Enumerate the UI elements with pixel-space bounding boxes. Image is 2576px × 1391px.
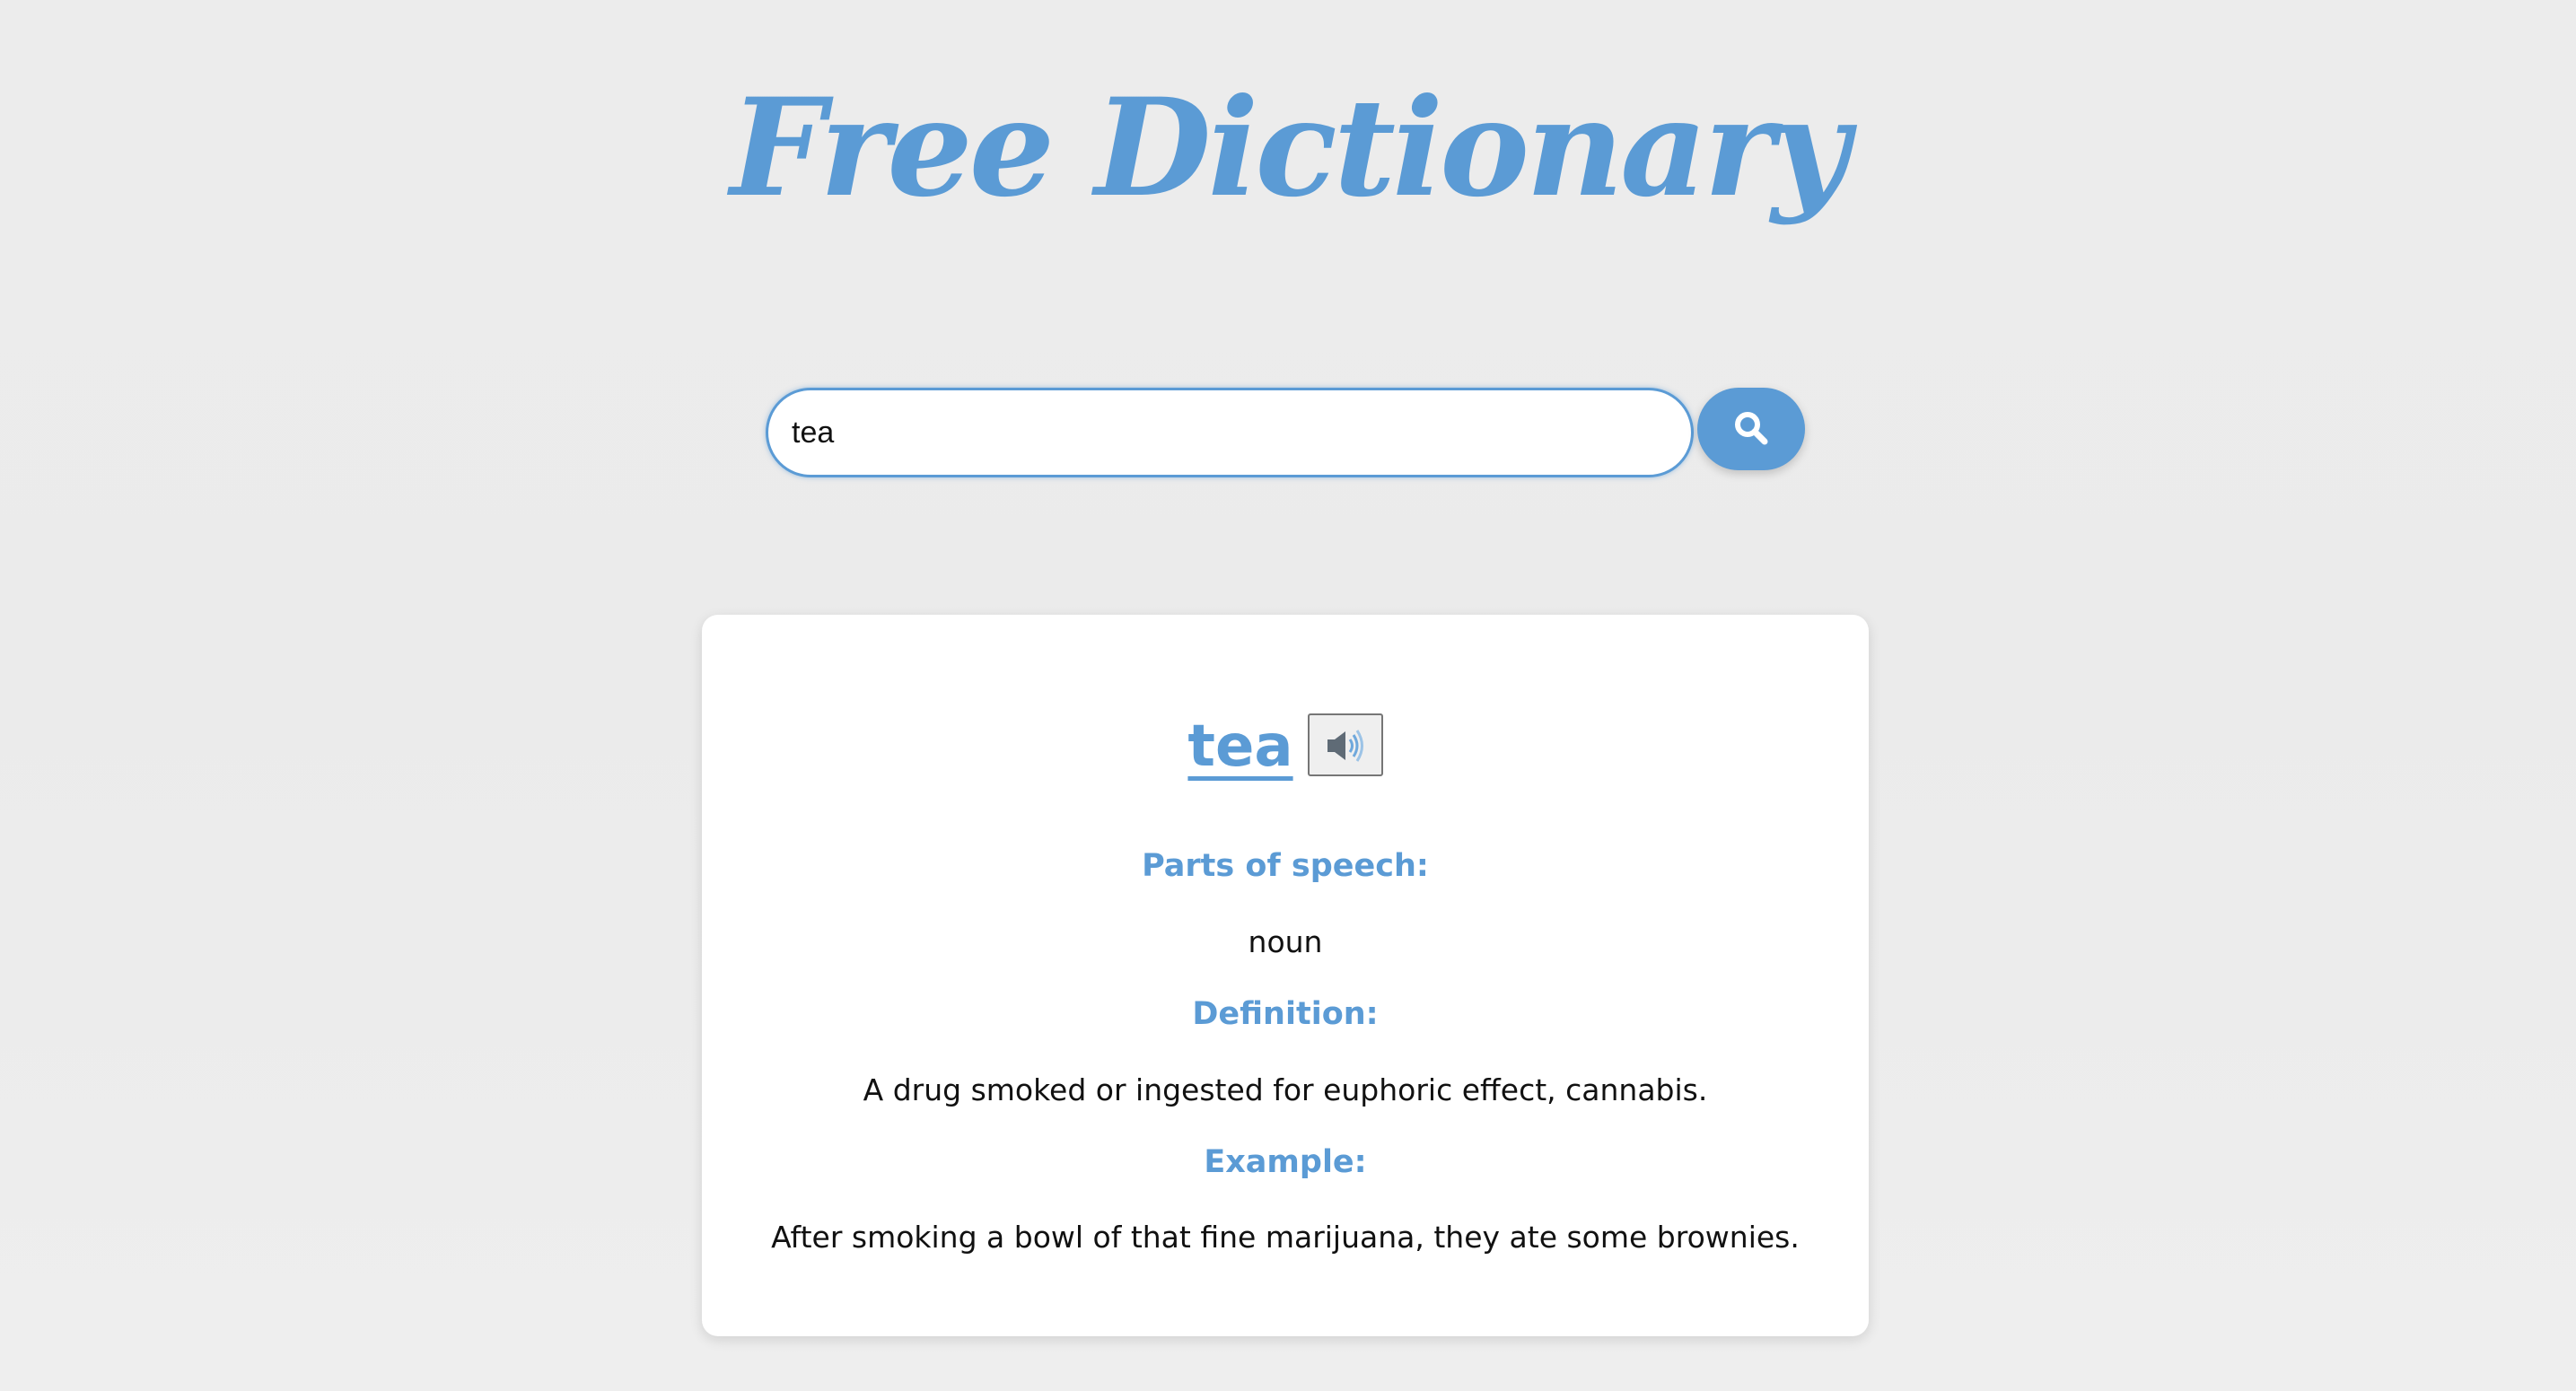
app-title: Free Dictionary: [730, 69, 1849, 227]
search-form: [766, 388, 1807, 481]
play-audio-button[interactable]: [1307, 713, 1383, 776]
word-row: tea: [702, 713, 1869, 794]
parts-of-speech-value: noun: [1248, 924, 1323, 959]
definition-text: A drug smoked or ingested for euphoric e…: [863, 1072, 1708, 1107]
example-text: After smoking a bowl of that fine mariju…: [771, 1220, 1800, 1255]
word-link[interactable]: tea: [1187, 713, 1307, 780]
search-input[interactable]: [766, 388, 1694, 477]
example-heading: Example:: [1204, 1144, 1367, 1180]
result-card: tea Parts of speech: noun Definition: A …: [702, 615, 1869, 1336]
speaker-icon: [1327, 730, 1363, 762]
search-icon: [1735, 412, 1768, 445]
search-button[interactable]: [1697, 388, 1805, 470]
definition-heading: Definition:: [1192, 996, 1379, 1032]
parts-of-speech-heading: Parts of speech:: [1142, 848, 1429, 884]
